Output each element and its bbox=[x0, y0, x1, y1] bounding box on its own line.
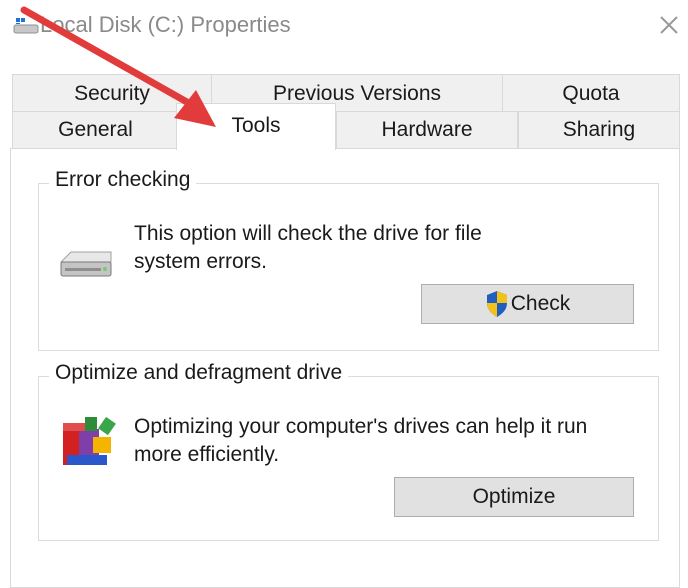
uac-shield-icon bbox=[485, 290, 509, 318]
tools-panel: Error checking This option will check th… bbox=[10, 148, 680, 588]
check-button[interactable]: Check bbox=[421, 284, 634, 324]
tab-general[interactable]: General bbox=[12, 111, 179, 149]
optimize-group: Optimize and defragment drive Optimizing… bbox=[38, 361, 659, 541]
error-checking-legend: Error checking bbox=[49, 168, 197, 192]
tab-hardware[interactable]: Hardware bbox=[336, 111, 518, 149]
optimize-button-label: Optimize bbox=[472, 485, 556, 508]
error-checking-desc-line1: This option will check the drive for fil… bbox=[134, 222, 482, 245]
title-bar: Local Disk (C:) Properties bbox=[0, 0, 688, 56]
close-icon[interactable] bbox=[654, 10, 684, 40]
hard-drive-icon bbox=[57, 246, 115, 287]
drive-icon bbox=[12, 14, 42, 38]
tab-quota[interactable]: Quota bbox=[502, 74, 680, 112]
tab-sharing[interactable]: Sharing bbox=[518, 111, 680, 149]
tab-tools[interactable]: Tools bbox=[176, 103, 336, 150]
error-checking-description: This option will check the drive for fil… bbox=[134, 220, 482, 276]
error-checking-group: Error checking This option will check th… bbox=[38, 168, 659, 351]
defrag-icon bbox=[57, 409, 121, 478]
optimize-desc-line2: more efficiently. bbox=[134, 443, 280, 466]
optimize-button[interactable]: Optimize bbox=[394, 477, 634, 517]
check-button-label: Check bbox=[510, 292, 571, 315]
optimize-description: Optimizing your computer's drives can he… bbox=[134, 413, 587, 469]
optimize-desc-line1: Optimizing your computer's drives can he… bbox=[134, 415, 588, 438]
error-checking-desc-line2: system errors. bbox=[134, 250, 268, 273]
optimize-legend: Optimize and defragment drive bbox=[49, 361, 349, 385]
window-title: Local Disk (C:) Properties bbox=[40, 12, 291, 37]
